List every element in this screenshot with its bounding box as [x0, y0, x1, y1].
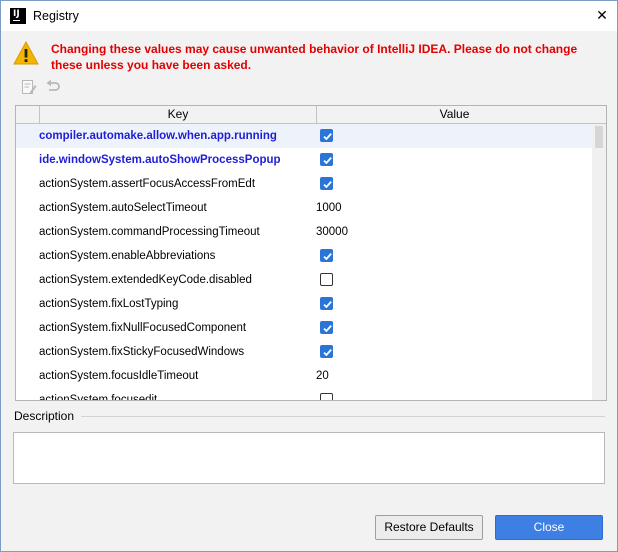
warning-triangle-icon: [13, 41, 39, 65]
registry-key: actionSystem.commandProcessingTimeout: [39, 226, 260, 238]
registry-key: actionSystem.assertFocusAccessFromEdt: [39, 178, 256, 190]
registry-key: actionSystem.enableAbbreviations: [39, 250, 216, 262]
vertical-scrollbar[interactable]: [592, 124, 606, 400]
checkbox-checked[interactable]: [320, 177, 333, 190]
registry-key: actionSystem.autoSelectTimeout: [39, 202, 207, 214]
edit-icon[interactable]: [21, 79, 37, 95]
table-row[interactable]: actionSystem.autoSelectTimeout 1000: [16, 196, 592, 220]
checkbox-checked[interactable]: [320, 249, 333, 262]
table-row[interactable]: actionSystem.enableAbbreviations: [16, 244, 592, 268]
table-row[interactable]: actionSystem.fixLostTyping: [16, 292, 592, 316]
title-bar: IJ Registry ✕: [1, 1, 617, 31]
scrollbar-thumb[interactable]: [595, 126, 603, 148]
table-row[interactable]: actionSystem.extendedKeyCode.disabled: [16, 268, 592, 292]
registry-table: Key Value compiler.automake.allow.when.a…: [15, 105, 607, 401]
app-icon-letters: IJ: [13, 9, 20, 19]
column-header-value[interactable]: Value: [317, 106, 592, 123]
registry-value[interactable]: 20: [316, 364, 329, 388]
registry-key: actionSystem.fixLostTyping: [39, 298, 179, 310]
warning-text: Changing these values may cause unwanted…: [51, 42, 578, 72]
checkbox-unchecked[interactable]: [320, 273, 333, 286]
checkbox-checked[interactable]: [320, 321, 333, 334]
registry-key: actionSystem.fixNullFocusedComponent: [39, 322, 247, 334]
revert-icon[interactable]: [45, 79, 61, 95]
close-window-icon[interactable]: ✕: [587, 1, 617, 31]
table-row[interactable]: actionSystem.focusedit: [16, 388, 592, 401]
table-row[interactable]: actionSystem.assertFocusAccessFromEdt: [16, 172, 592, 196]
table-row[interactable]: actionSystem.focusIdleTimeout 20: [16, 364, 592, 388]
registry-value[interactable]: 30000: [316, 220, 348, 244]
checkbox-unchecked[interactable]: [320, 393, 333, 400]
checkbox-checked[interactable]: [320, 345, 333, 358]
registry-key: actionSystem.focusIdleTimeout: [39, 370, 199, 382]
warning-banner: Changing these values may cause unwanted…: [13, 39, 609, 73]
checkbox-checked[interactable]: [320, 129, 333, 142]
table-row[interactable]: actionSystem.commandProcessingTimeout 300…: [16, 220, 592, 244]
description-box: [13, 432, 605, 484]
row-header-corner: [16, 106, 40, 123]
column-header-key[interactable]: Key: [40, 106, 317, 123]
window-title: Registry: [33, 9, 79, 23]
description-label: Description: [14, 409, 75, 423]
registry-key: ide.windowSystem.autoShowProcessPopup: [39, 154, 281, 166]
table-row[interactable]: ide.windowSystem.autoShowProcessPopup: [16, 148, 592, 172]
registry-key: actionSystem.focusedit: [39, 394, 158, 401]
registry-value[interactable]: 1000: [316, 196, 342, 220]
registry-key: actionSystem.extendedKeyCode.disabled: [39, 274, 252, 286]
table-header: Key Value: [16, 106, 606, 124]
registry-key: actionSystem.fixStickyFocusedWindows: [39, 346, 245, 358]
table-body: compiler.automake.allow.when.app.running…: [16, 124, 592, 401]
table-row[interactable]: actionSystem.fixNullFocusedComponent: [16, 316, 592, 340]
close-button[interactable]: Close: [495, 515, 603, 540]
checkbox-checked[interactable]: [320, 153, 333, 166]
description-separator: [81, 416, 605, 417]
registry-key: compiler.automake.allow.when.app.running: [39, 130, 277, 142]
table-row[interactable]: compiler.automake.allow.when.app.running: [16, 124, 592, 148]
table-row[interactable]: actionSystem.fixStickyFocusedWindows: [16, 340, 592, 364]
registry-dialog: IJ Registry ✕ Changing these values may …: [0, 0, 618, 552]
restore-defaults-button[interactable]: Restore Defaults: [375, 515, 483, 540]
checkbox-checked[interactable]: [320, 297, 333, 310]
intellij-app-icon: IJ: [10, 8, 26, 24]
